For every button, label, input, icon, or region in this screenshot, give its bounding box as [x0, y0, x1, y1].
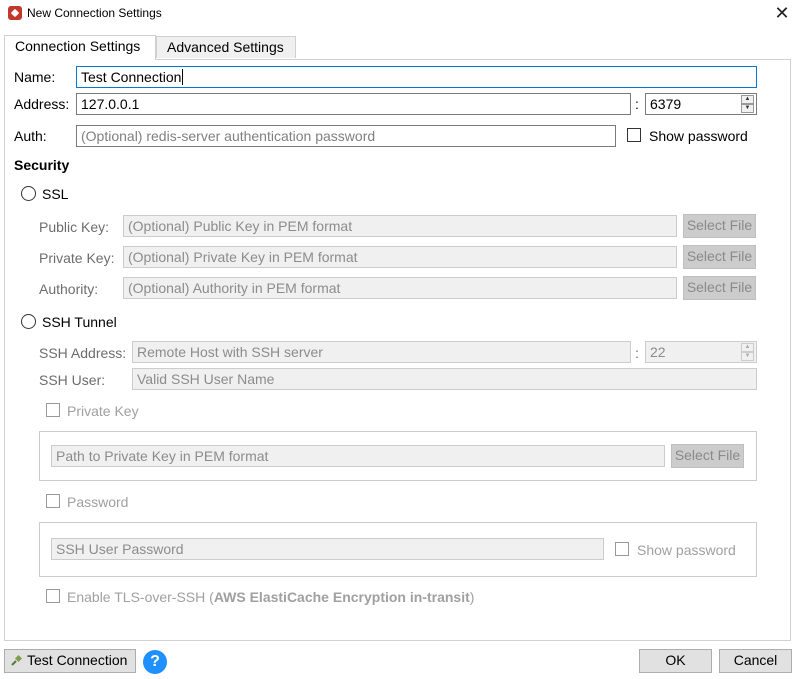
ssl-radio[interactable] [21, 186, 36, 201]
ssh-password-check-label[interactable]: Password [67, 494, 128, 510]
ssh-user-label: SSH User: [39, 372, 106, 388]
ssh-private-key-path-input[interactable]: Path to Private Key in PEM format [51, 445, 665, 467]
private-key-label: Private Key: [39, 250, 115, 266]
authority-select-file-button[interactable]: Select File [683, 276, 756, 300]
ssh-password-input[interactable]: SSH User Password [51, 538, 604, 560]
address-port-separator: : [635, 96, 639, 112]
authority-input[interactable]: (Optional) Authority in PEM format [123, 277, 677, 299]
auth-label: Auth: [14, 128, 47, 144]
address-input[interactable]: 127.0.0.1 [76, 93, 631, 115]
ssh-tunnel-label[interactable]: SSH Tunnel [42, 314, 117, 330]
close-icon[interactable]: ✕ [772, 3, 792, 24]
private-key-select-file-button[interactable]: Select File [683, 245, 756, 269]
ssh-user-input[interactable]: Valid SSH User Name [132, 368, 757, 390]
ssh-private-key-select-file-button[interactable]: Select File [671, 444, 744, 468]
address-label: Address: [14, 96, 70, 112]
ssh-password-checkbox[interactable] [46, 494, 60, 508]
cancel-button[interactable]: Cancel [719, 649, 792, 673]
show-password-label[interactable]: Show password [649, 128, 748, 144]
port-spin-up-icon[interactable]: ▲ [741, 95, 754, 104]
window-title: New Connection Settings [27, 6, 162, 20]
public-key-input[interactable]: (Optional) Public Key in PEM format [123, 215, 677, 237]
ssh-private-key-checkbox[interactable] [46, 403, 60, 417]
ssh-port-spin-down-icon[interactable]: ▼ [741, 352, 754, 361]
private-key-input[interactable]: (Optional) Private Key in PEM format [123, 246, 677, 268]
name-input[interactable]: Test Connection [76, 66, 757, 88]
tab-advanced-settings[interactable]: Advanced Settings [156, 36, 296, 58]
ssh-tunnel-radio[interactable] [21, 314, 36, 329]
tls-over-ssh-checkbox[interactable] [46, 589, 60, 603]
security-heading: Security [14, 157, 70, 173]
tab-connection-settings[interactable]: Connection Settings [4, 35, 156, 60]
ssh-show-password-label[interactable]: Show password [637, 542, 736, 558]
public-key-select-file-button[interactable]: Select File [683, 214, 756, 238]
name-label: Name: [14, 69, 56, 85]
ssh-show-password-checkbox[interactable] [615, 542, 629, 556]
ssh-address-input[interactable]: Remote Host with SSH server [132, 341, 631, 363]
ssh-address-label: SSH Address: [39, 345, 127, 361]
show-password-checkbox[interactable] [627, 128, 641, 142]
plug-icon [11, 654, 23, 666]
ssh-port-spin-up-icon[interactable]: ▲ [741, 343, 754, 352]
port-spin-down-icon[interactable]: ▼ [741, 104, 754, 113]
ssh-private-key-check-label[interactable]: Private Key [67, 403, 139, 419]
tls-over-ssh-label[interactable]: Enable TLS-over-SSH (AWS ElastiCache Enc… [67, 589, 474, 605]
public-key-label: Public Key: [39, 219, 110, 235]
authority-label: Authority: [39, 281, 99, 297]
test-connection-button[interactable]: Test Connection [4, 649, 136, 673]
ssl-label[interactable]: SSL [42, 186, 68, 202]
auth-input[interactable]: (Optional) redis-server authentication p… [76, 125, 616, 147]
help-icon[interactable]: ? [143, 650, 167, 674]
redis-app-icon [8, 6, 22, 20]
ssh-port-separator: : [635, 345, 639, 361]
ok-button[interactable]: OK [639, 649, 712, 673]
